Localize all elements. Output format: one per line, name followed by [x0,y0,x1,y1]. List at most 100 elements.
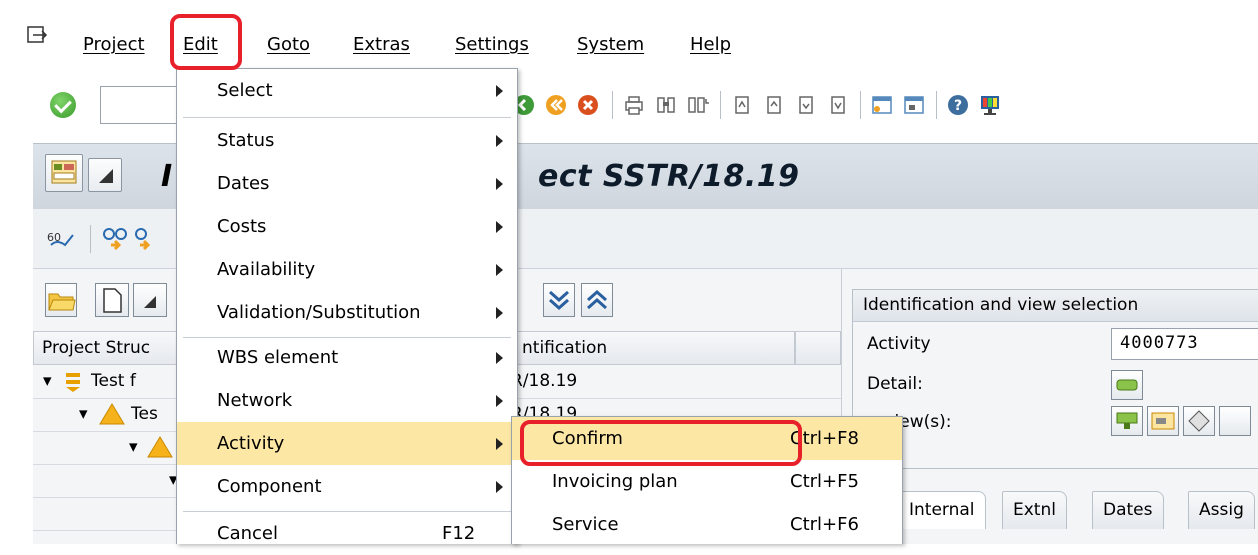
expand-all-icon [549,290,569,311]
menu-item-network[interactable]: Network [177,379,517,422]
enter-check-icon[interactable] [50,92,76,118]
menu-project[interactable]: Project [83,33,145,57]
previous-page-icon[interactable] [762,93,786,117]
menu-help[interactable]: Help [690,33,731,57]
structure-toggle-button[interactable] [45,154,83,192]
tab-internal[interactable]: Internal [898,491,986,529]
dropdown-button[interactable] [88,158,122,192]
menu-item-label: Cancel [217,523,278,544]
new-document-icon [103,288,122,313]
tab-assignments[interactable]: Assig [1188,491,1255,529]
menu-item-activity[interactable]: Activity [177,422,517,465]
dropdown-corner-icon [144,296,156,308]
edit-menu: Select Status Dates Costs Availability V… [176,68,518,544]
folder-icon [48,293,76,311]
dropdown-corner-icon [99,169,113,183]
system-menu-icon[interactable] [27,26,49,46]
open-folder-button[interactable] [45,283,77,317]
detail-button[interactable] [1111,370,1143,400]
menu-item-component[interactable]: Component [177,465,517,508]
submenu-arrow-icon [496,352,503,364]
column-header-extra[interactable] [795,331,841,365]
help-icon[interactable]: ? [946,93,970,117]
submenu-arrow-icon [496,395,503,407]
collapse-all-icon [587,289,607,310]
detail-panel: Identification and view selection Activi… [841,269,1258,544]
expand-arrow-icon[interactable]: ▾ [79,398,88,431]
hierarchy-alt-icon[interactable] [134,227,160,253]
menu-settings[interactable]: Settings [455,33,529,57]
tree-row-label: Test f [91,371,136,391]
activity-number-field[interactable]: 4000773 [1111,328,1258,360]
network-overview-icon [1116,412,1138,429]
title-fragment: I [161,159,173,194]
menu-item-label: Status [217,130,275,151]
menu-item-label: Invoicing plan [552,471,678,492]
glasses-display-icon[interactable]: 60 [47,227,77,253]
menu-item-label: Select [217,80,273,101]
page-title: ect SSTR/18.19 [538,159,800,194]
submenu-arrow-icon [496,221,503,233]
menu-item-shortcut: F12 [442,523,476,544]
menu-item-availability[interactable]: Availability [177,248,517,291]
submenu-arrow-icon [496,438,503,450]
overview-button-4[interactable] [1219,406,1251,436]
print-icon[interactable] [622,93,646,117]
first-page-icon[interactable] [730,93,754,117]
next-page-icon[interactable] [794,93,818,117]
cancel-icon[interactable] [576,93,600,117]
new-session-icon[interactable] [870,93,894,117]
wbs-element-icon [99,403,125,425]
expand-arrow-icon[interactable]: ▾ [43,365,52,398]
find-icon[interactable] [654,93,678,117]
menu-item-dates[interactable]: Dates [177,162,517,205]
command-field[interactable] [100,86,180,124]
menu-item-cancel[interactable]: Cancel F12 [177,512,517,555]
activity-detail-icon [1116,379,1138,391]
milestone-overview-icon [1188,410,1210,432]
menu-item-shortcut: Ctrl+F5 [790,471,859,492]
menu-item-costs[interactable]: Costs [177,205,517,248]
tab-external[interactable]: Extnl [1002,491,1067,529]
menu-item-validation-substitution[interactable]: Validation/Substitution [177,291,517,334]
create-dropdown-button[interactable] [133,283,167,317]
overview-button-3[interactable] [1183,406,1215,436]
menu-extras[interactable]: Extras [353,33,410,57]
annotation-highlight-confirm [520,420,802,466]
activity-label: Activity [867,334,931,354]
menu-item-select[interactable]: Select [177,69,517,112]
overview-button-1[interactable] [1111,406,1143,436]
submenu-arrow-icon [496,264,503,276]
menu-item-label: Service [552,514,619,535]
collapse-button[interactable] [581,283,613,317]
submenu-arrow-icon [496,135,503,147]
shortcut-icon[interactable] [902,93,926,117]
expand-button[interactable] [543,283,575,317]
customize-layout-icon[interactable] [978,93,1002,117]
svg-text:?: ? [954,98,962,114]
last-page-icon[interactable] [826,93,850,117]
group-title: Identification and view selection [853,290,1258,322]
menu-item-invoicing-plan[interactable]: Invoicing plan Ctrl+F5 [512,460,902,503]
menu-item-label: Activity [217,433,285,454]
tree-row-label: Tes [131,404,158,424]
menu-item-label: WBS element [217,347,339,368]
expand-arrow-icon[interactable]: ▾ [129,431,138,464]
project-structure-icon [51,160,77,184]
menu-system[interactable]: System [577,33,644,57]
hierarchy-icon[interactable] [102,227,128,253]
menu-item-wbs-element[interactable]: WBS element [177,336,517,379]
menu-item-service[interactable]: Service Ctrl+F6 [512,503,902,546]
submenu-arrow-icon [496,481,503,493]
exit-icon[interactable] [544,93,568,117]
find-next-icon[interactable] [686,93,710,117]
overview-button-2[interactable] [1147,406,1179,436]
menu-item-shortcut: Ctrl+F6 [790,514,859,535]
wbs-element-icon [147,436,173,458]
tab-dates[interactable]: Dates [1092,491,1164,529]
column-header-identification[interactable]: ntification [513,331,795,365]
menu-item-status[interactable]: Status [177,119,517,162]
menu-goto[interactable]: Goto [267,33,310,57]
submenu-arrow-icon [496,307,503,319]
create-button[interactable] [95,283,129,317]
